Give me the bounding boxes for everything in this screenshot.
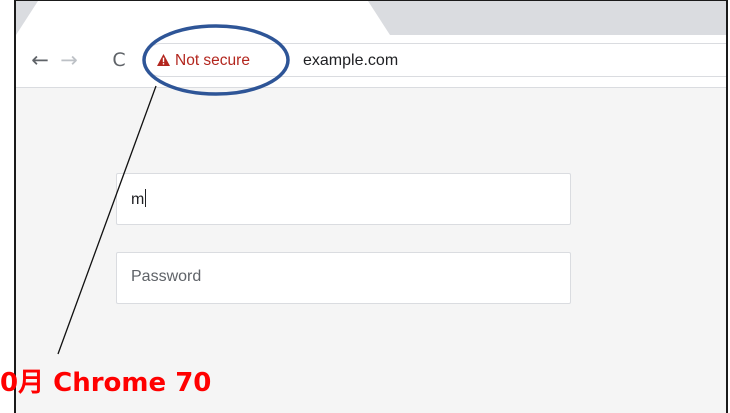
tab-inactive-left[interactable] — [16, 1, 38, 35]
tab-inactive-right[interactable] — [368, 1, 726, 35]
username-value: m — [131, 189, 147, 208]
password-field[interactable]: Password — [116, 252, 571, 304]
password-placeholder: Password — [131, 268, 202, 285]
address-bar[interactable]: Not secure example.com — [144, 43, 726, 77]
security-status-label[interactable]: Not secure — [175, 52, 250, 70]
forward-arrow-icon[interactable]: → — [58, 47, 80, 73]
back-arrow-icon[interactable]: ← — [29, 47, 51, 73]
text-caret — [145, 189, 147, 207]
browser-window: ← → C Not secure example.com m Password — [14, 0, 728, 413]
annotation-caption: 0月 Chrome 70 — [0, 368, 212, 398]
warning-triangle-icon[interactable] — [157, 54, 170, 66]
tab-strip — [16, 1, 726, 35]
username-field[interactable]: m — [116, 173, 571, 225]
reload-icon[interactable]: C — [108, 47, 130, 73]
url-text[interactable]: example.com — [303, 52, 398, 70]
browser-toolbar: ← → C Not secure example.com — [16, 35, 726, 88]
